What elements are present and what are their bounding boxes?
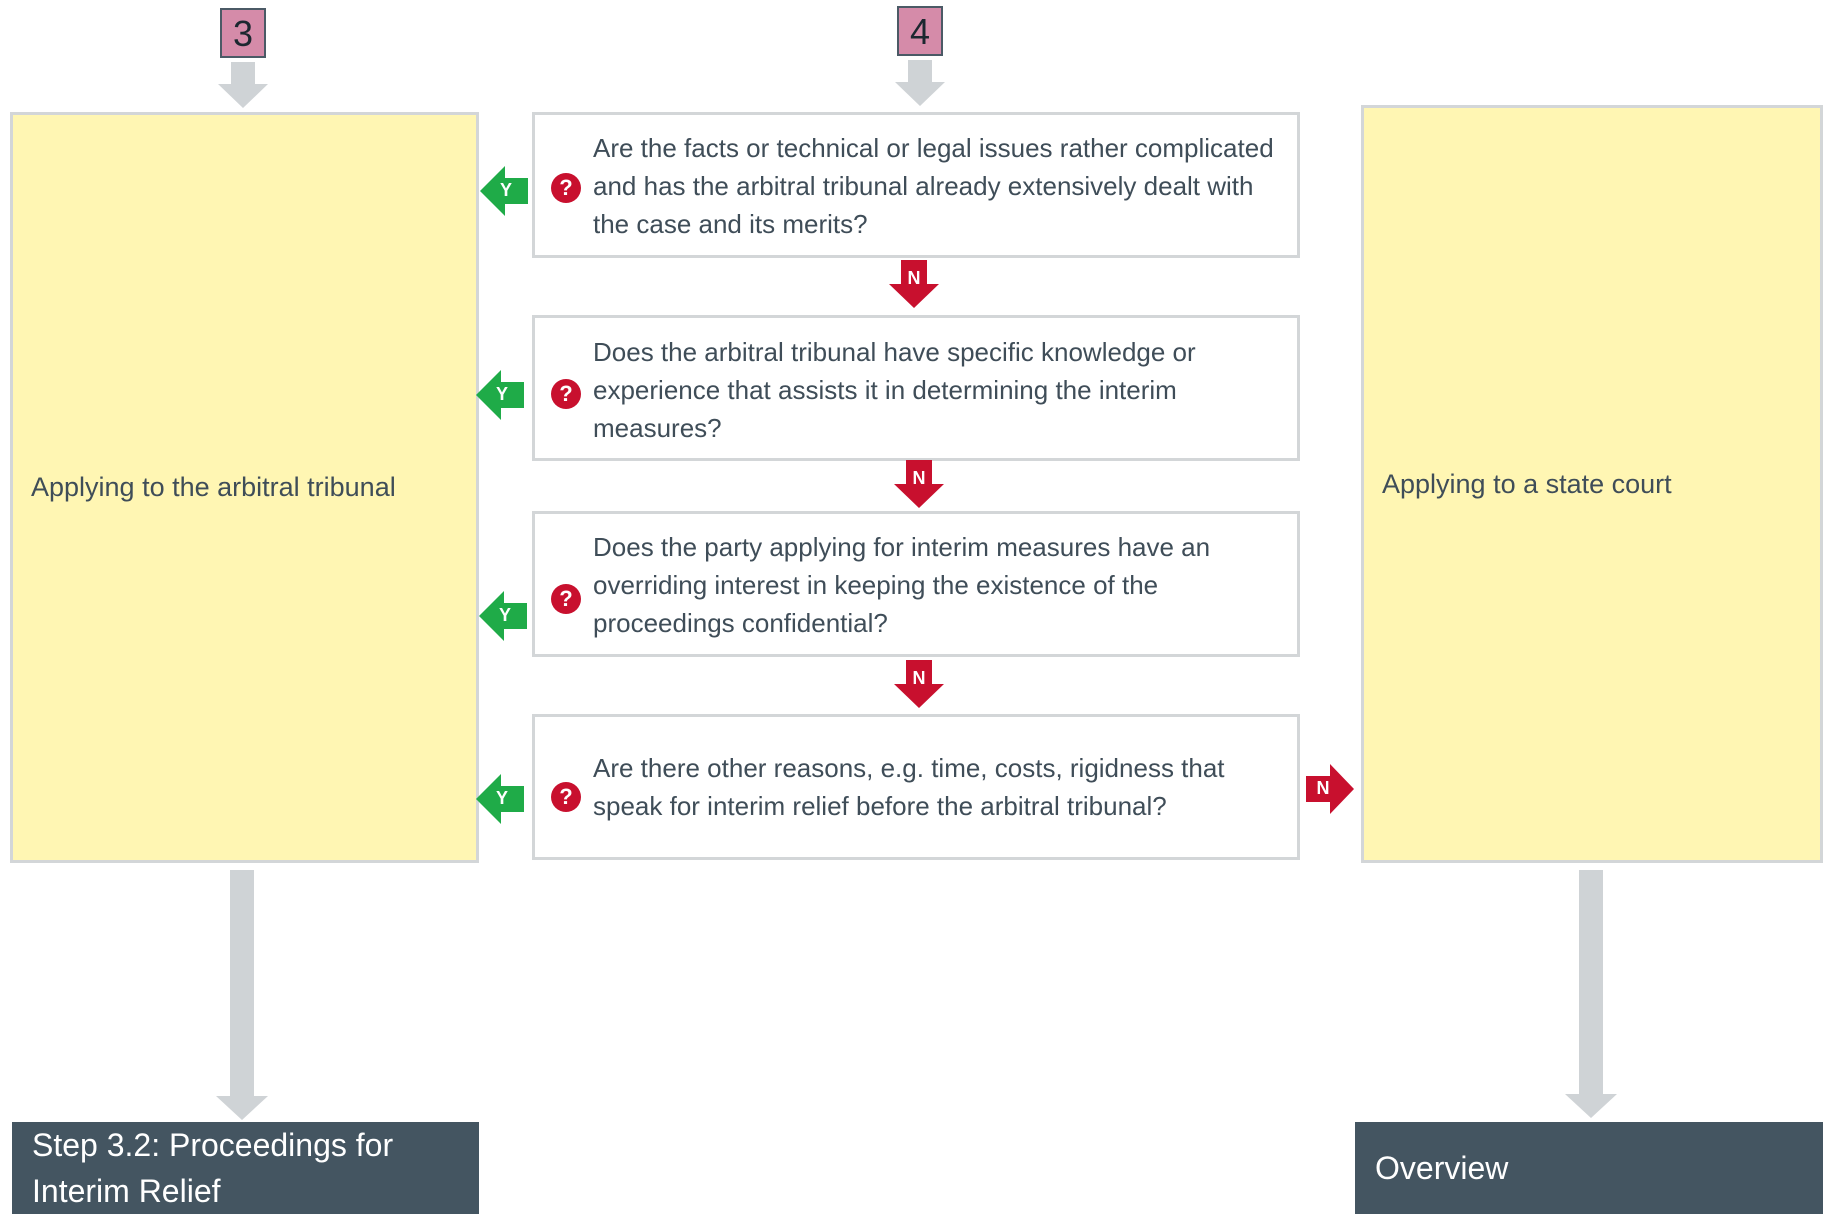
down-arrow-icon [1565,870,1617,1118]
question-mark-icon: ? [551,782,581,812]
step-badge-4: 4 [897,6,943,56]
question-mark-icon: ? [551,173,581,203]
no-label: N [1316,778,1330,798]
yes-label: Y [495,384,508,404]
question-text-3: Does the party applying for interim meas… [593,532,1211,638]
question-box-2[interactable]: ? Does the arbitral tribunal have specif… [532,315,1300,461]
down-arrow-icon [895,60,945,106]
down-arrow-icon [216,870,268,1120]
yes-label: Y [498,605,511,625]
question-box-3[interactable]: ? Does the party applying for interim me… [532,511,1300,657]
arbitral-tribunal-box[interactable]: Applying to the arbitral tribunal [10,112,479,863]
question-text-1: Are the facts or technical or legal issu… [593,133,1274,239]
overview-link[interactable]: Overview [1355,1122,1823,1214]
question-text-2: Does the arbitral tribunal have specific… [593,337,1196,443]
step-3-2-link[interactable]: Step 3.2: Proceedings for Interim Relief [12,1122,479,1214]
yes-label: Y [499,180,512,200]
state-court-label: Applying to a state court [1382,468,1672,499]
state-court-box[interactable]: Applying to a state court [1361,105,1823,863]
arbitral-tribunal-label: Applying to the arbitral tribunal [31,472,396,502]
question-box-4[interactable]: ? Are there other reasons, e.g. time, co… [532,714,1300,860]
step-3-2-label: Step 3.2: Proceedings for Interim Relief [32,1127,394,1209]
no-label: N [912,668,926,688]
question-mark-icon: ? [551,379,581,409]
question-mark-icon: ? [551,584,581,614]
step-badge-3: 3 [220,8,266,58]
down-arrow-icon [218,62,268,108]
overview-label: Overview [1375,1150,1509,1186]
yes-label: Y [495,788,508,808]
no-label: N [912,468,926,488]
question-box-1[interactable]: ? Are the facts or technical or legal is… [532,112,1300,258]
question-text-4: Are there other reasons, e.g. time, cost… [593,753,1225,821]
no-label: N [907,268,921,288]
